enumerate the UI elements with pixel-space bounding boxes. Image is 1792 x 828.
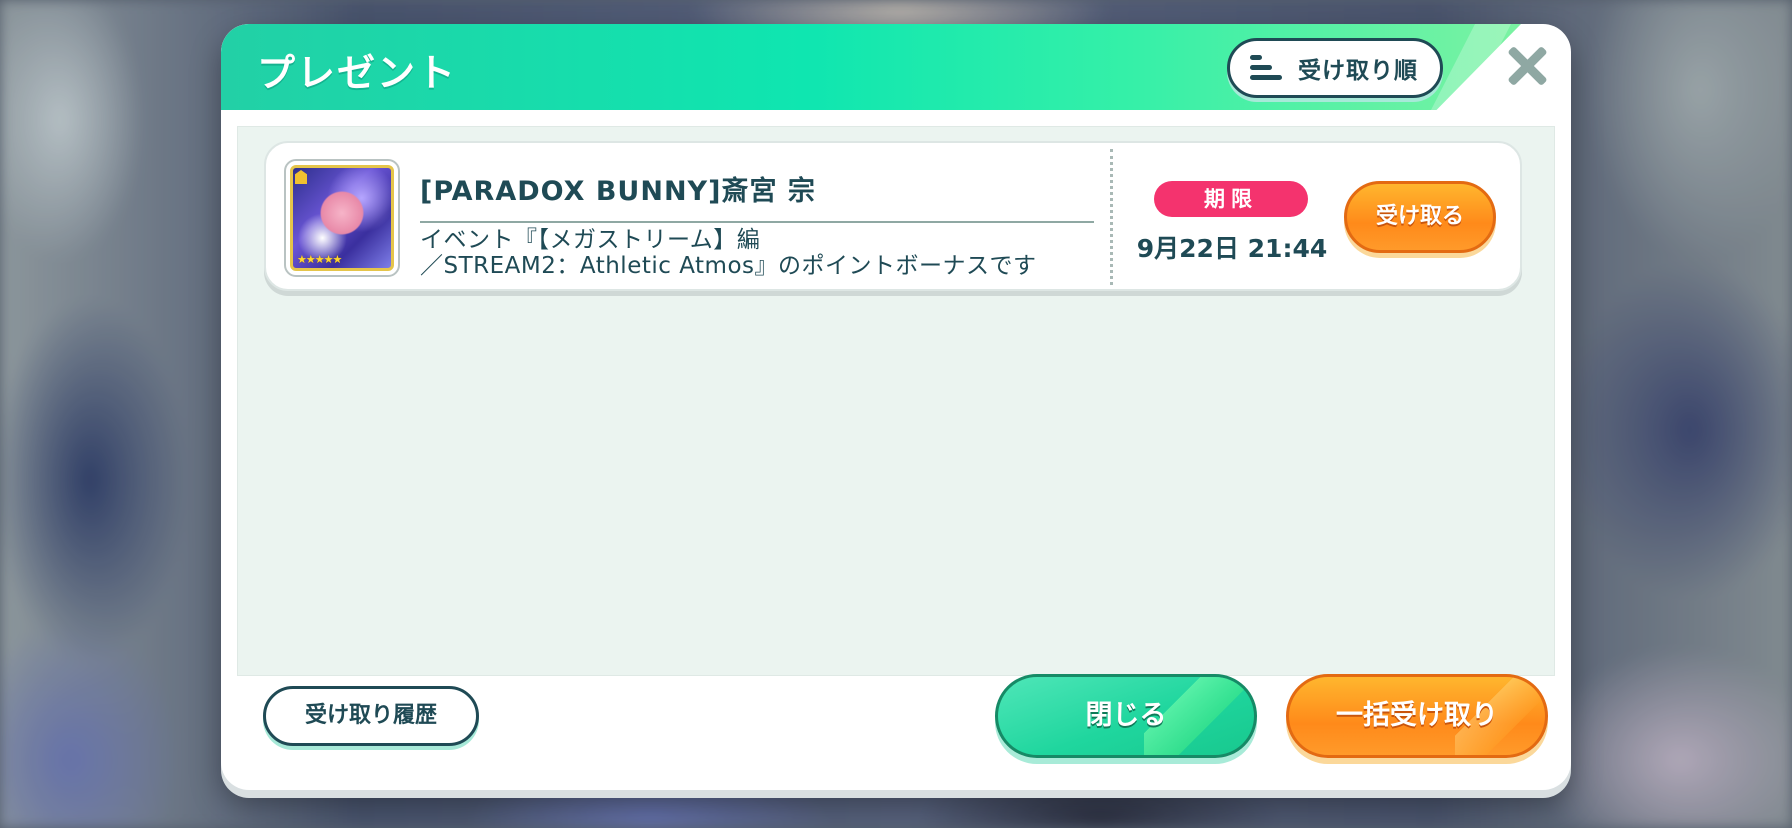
- item-divider: [420, 221, 1094, 223]
- present-list[interactable]: ★★★★★ [PARADOX BUNNY]斎宮 宗 イベント『【メガストリーム】…: [237, 126, 1555, 676]
- receive-history-button[interactable]: 受け取り履歴: [263, 686, 479, 746]
- sort-order-button[interactable]: 受け取り順: [1227, 38, 1443, 98]
- present-dialog: プレゼント 受け取り順 ★★★★★ [PARADOX BUNNY]斎宮 宗 イベ…: [221, 24, 1571, 790]
- sort-order-label: 受け取り順: [1298, 58, 1418, 84]
- close-button[interactable]: 閉じる: [995, 674, 1257, 758]
- present-item: ★★★★★ [PARADOX BUNNY]斎宮 宗 イベント『【メガストリーム】…: [264, 141, 1522, 291]
- close-icon[interactable]: [1503, 42, 1551, 90]
- bulk-receive-label: 一括受け取り: [1336, 700, 1498, 731]
- card-thumbnail: ★★★★★: [290, 165, 394, 271]
- dotted-divider: [1110, 149, 1113, 285]
- description-line-1: イベント『【メガストリーム】編: [420, 227, 761, 253]
- limit-badge: 期限: [1154, 181, 1308, 217]
- limit-date: 9月22日 21:44: [1136, 234, 1328, 263]
- attribute-badge-icon: [295, 170, 307, 184]
- sort-icon: [1250, 54, 1282, 82]
- dialog-header: プレゼント 受け取り順: [221, 24, 1571, 110]
- dialog-title: プレゼント: [257, 51, 458, 95]
- present-item-description: イベント『【メガストリーム】編 ／STREAM2：Athletic Atmos』…: [420, 227, 1110, 279]
- card-thumbnail-frame: ★★★★★: [284, 159, 400, 277]
- rarity-stars: ★★★★★: [297, 253, 342, 266]
- description-line-2: ／STREAM2：Athletic Atmos』のポイントボーナスです: [420, 253, 1037, 279]
- close-button-label: 閉じる: [1085, 700, 1167, 731]
- present-item-name: [PARADOX BUNNY]斎宮 宗: [420, 176, 816, 207]
- receive-button[interactable]: 受け取る: [1344, 181, 1496, 253]
- bulk-receive-button[interactable]: 一括受け取り: [1286, 674, 1548, 758]
